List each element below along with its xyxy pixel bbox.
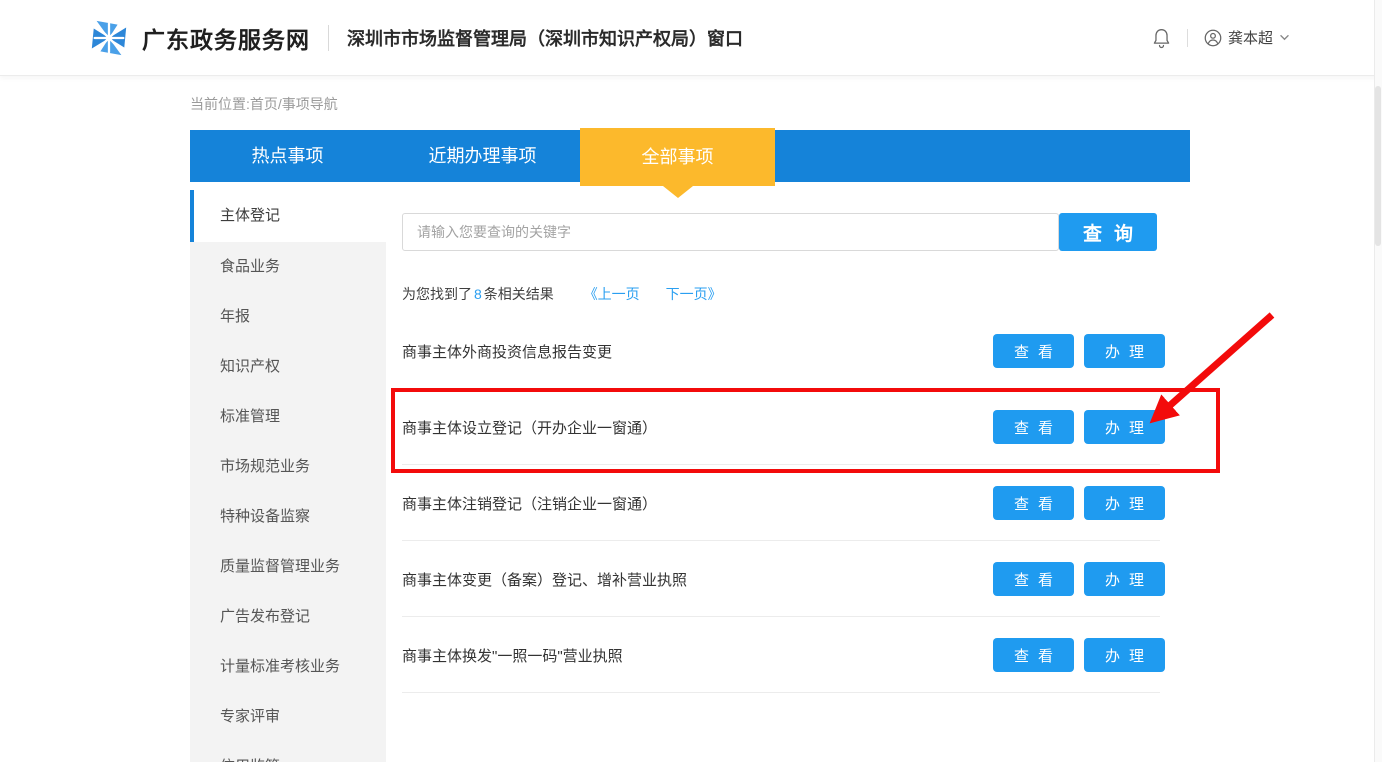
sidebar-item-intellectual-property[interactable]: 知识产权 xyxy=(190,342,386,392)
handle-button[interactable]: 办理 xyxy=(1084,638,1165,672)
chevron-down-icon xyxy=(1279,34,1290,41)
sidebar-item-quality-supervision[interactable]: 质量监督管理业务 xyxy=(190,542,386,592)
list-item-highlighted: 商事主体设立登记（开办企业一窗通） 查看 办理 xyxy=(402,389,1165,465)
top-header: 广东政务服务网 深圳市市场监督管理局（深圳市知识产权局）窗口 龚本超 xyxy=(0,0,1382,76)
view-button[interactable]: 查看 xyxy=(993,562,1074,596)
prev-page-link[interactable]: 《上一页 xyxy=(584,286,640,302)
service-title: 商事主体换发"一照一码"营业执照 xyxy=(402,645,623,666)
tab-all-items[interactable]: 全部事项 xyxy=(580,128,775,186)
tab-recent-items[interactable]: 近期办理事项 xyxy=(385,130,580,182)
next-page-link[interactable]: 下一页》 xyxy=(666,286,722,302)
scrollbar-thumb[interactable] xyxy=(1375,86,1381,246)
sidebar-item-market-regulation[interactable]: 市场规范业务 xyxy=(190,442,386,492)
service-title: 商事主体注销登记（注销企业一窗通） xyxy=(402,493,657,514)
sidebar-item-annual-report[interactable]: 年报 xyxy=(190,292,386,342)
active-tab-caret xyxy=(663,186,693,198)
sidebar-item-partial[interactable]: 信用监管 xyxy=(190,742,386,762)
header-divider xyxy=(328,25,329,51)
search-button[interactable]: 查询 xyxy=(1059,213,1157,251)
list-item: 商事主体注销登记（注销企业一窗通） 查看 办理 xyxy=(402,465,1165,541)
header-actions-divider xyxy=(1187,29,1188,47)
view-button[interactable]: 查看 xyxy=(993,638,1074,672)
list-item: 商事主体外商投资信息报告变更 查看 办理 xyxy=(402,313,1165,389)
sidebar-item-special-equipment[interactable]: 特种设备监察 xyxy=(190,492,386,542)
sidebar-item-subject-registration[interactable]: 主体登记 xyxy=(190,190,386,242)
user-name: 龚本超 xyxy=(1228,27,1273,48)
window-title: 深圳市市场监督管理局（深圳市知识产权局）窗口 xyxy=(347,25,743,51)
handle-button[interactable]: 办理 xyxy=(1084,410,1165,444)
page-scrollbar xyxy=(1374,0,1382,762)
results-count: 8 xyxy=(472,286,484,302)
view-button[interactable]: 查看 xyxy=(993,410,1074,444)
sidebar-item-advertising-registration[interactable]: 广告发布登记 xyxy=(190,592,386,642)
service-list: 商事主体外商投资信息报告变更 查看 办理 商事主体设立登记（开办企业一窗通） 查… xyxy=(402,313,1165,693)
service-title: 商事主体设立登记（开办企业一窗通） xyxy=(402,417,657,438)
results-suffix: 条相关结果 xyxy=(484,286,554,302)
sidebar-item-food-business[interactable]: 食品业务 xyxy=(190,242,386,292)
sidebar-item-metrology-assessment[interactable]: 计量标准考核业务 xyxy=(190,642,386,692)
breadcrumb: 当前位置:首页/事项导航 xyxy=(190,94,338,114)
bell-icon[interactable] xyxy=(1152,27,1171,49)
results-summary: 为您找到了8条相关结果 《上一页 下一页》 xyxy=(402,284,722,304)
brand[interactable]: 广东政务服务网 xyxy=(88,17,310,59)
list-item: 商事主体换发"一照一码"营业执照 查看 办理 xyxy=(402,617,1165,693)
category-sidebar: 主体登记 食品业务 年报 知识产权 标准管理 市场规范业务 特种设备监察 质量监… xyxy=(190,190,386,762)
brand-title: 广东政务服务网 xyxy=(142,21,310,55)
header-actions: 龚本超 xyxy=(1152,27,1290,49)
search-input[interactable] xyxy=(402,213,1059,251)
tab-hot-items[interactable]: 热点事项 xyxy=(190,130,385,182)
list-item: 商事主体变更（备案）登记、增补营业执照 查看 办理 xyxy=(402,541,1165,617)
service-title: 商事主体外商投资信息报告变更 xyxy=(402,341,612,362)
service-title: 商事主体变更（备案）登记、增补营业执照 xyxy=(402,569,687,590)
user-menu[interactable]: 龚本超 xyxy=(1204,27,1290,48)
view-button[interactable]: 查看 xyxy=(993,334,1074,368)
results-prefix: 为您找到了 xyxy=(402,286,472,302)
handle-button[interactable]: 办理 xyxy=(1084,486,1165,520)
view-button[interactable]: 查看 xyxy=(993,486,1074,520)
handle-button[interactable]: 办理 xyxy=(1084,334,1165,368)
user-icon xyxy=(1204,29,1222,47)
handle-button[interactable]: 办理 xyxy=(1084,562,1165,596)
sidebar-item-expert-review[interactable]: 专家评审 xyxy=(190,692,386,742)
tab-bar: 热点事项 近期办理事项 全部事项 xyxy=(190,130,1190,182)
pinwheel-logo-icon xyxy=(88,17,130,59)
sidebar-item-standard-management[interactable]: 标准管理 xyxy=(190,392,386,442)
